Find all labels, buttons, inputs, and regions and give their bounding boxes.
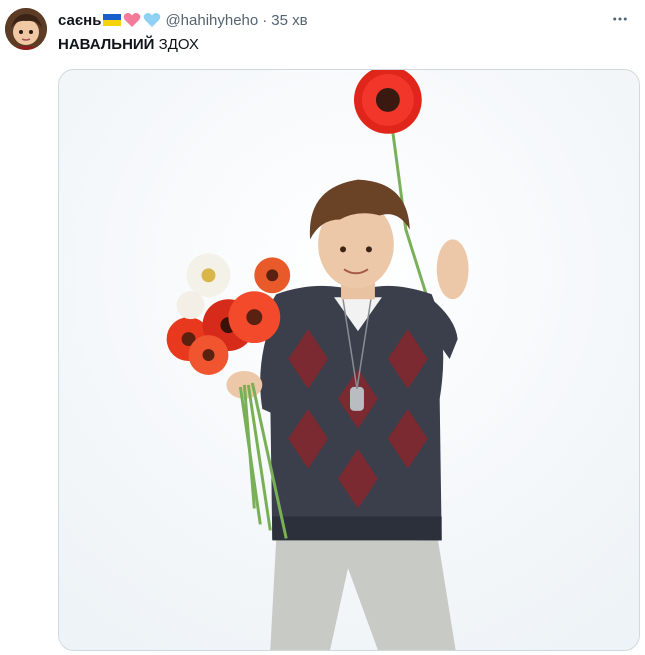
- tweet-text-rest: ЗДОХ: [158, 36, 199, 53]
- tweet-text-bold: НАВАЛЬНИЙ: [58, 36, 155, 53]
- tweet[interactable]: саєнь @hahihyheho · 35 хв НАВАЛЬНИЙ ЗДОХ: [0, 0, 645, 655]
- pink-heart-icon: [123, 12, 141, 28]
- tweet-header: саєнь @hahihyheho · 35 хв: [58, 10, 595, 30]
- light-blue-heart-icon: [143, 12, 161, 28]
- tweet-text: НАВАЛЬНИЙ ЗДОХ: [58, 35, 199, 55]
- timestamp[interactable]: 35 хв: [271, 12, 307, 29]
- more-options-icon[interactable]: [609, 8, 631, 30]
- photo-illustration: [59, 70, 639, 650]
- tweet-photo[interactable]: [58, 69, 640, 651]
- separator-dot: ·: [262, 11, 268, 29]
- display-name[interactable]: саєнь: [58, 12, 101, 29]
- ukraine-flag-icon: [103, 12, 122, 28]
- user-handle[interactable]: @hahihyheho: [165, 12, 258, 29]
- avatar[interactable]: [5, 8, 47, 50]
